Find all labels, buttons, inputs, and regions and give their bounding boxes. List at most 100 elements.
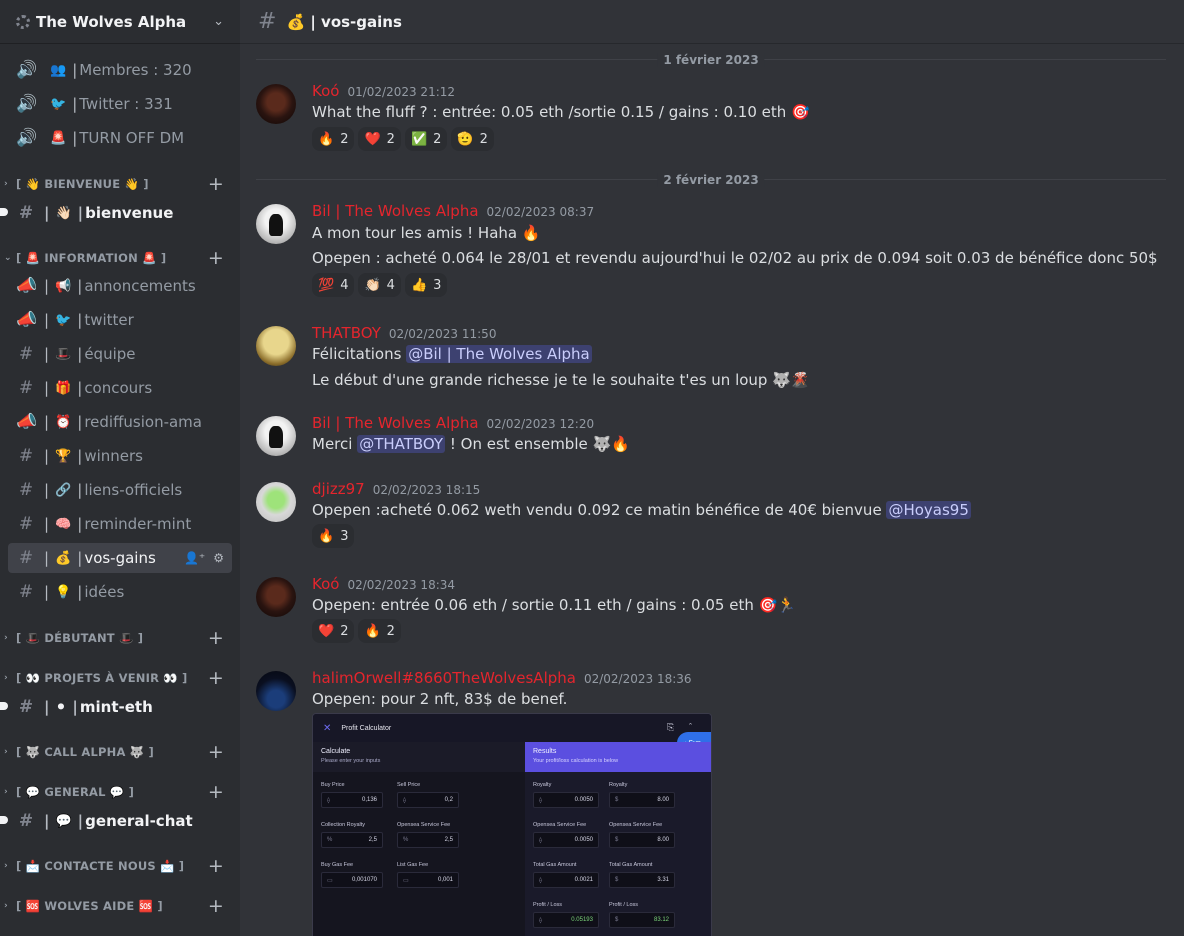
username[interactable]: THATBOY bbox=[312, 324, 381, 342]
user-mention[interactable]: @Hoyas95 bbox=[886, 501, 971, 519]
channel-twitter[interactable]: 📣 | 🐦 | twitter bbox=[8, 305, 232, 335]
add-channel-icon[interactable]: + bbox=[208, 247, 224, 269]
reaction[interactable]: ✅ 2 bbox=[404, 127, 448, 151]
invite-user-icon[interactable]: 👤⁺ bbox=[184, 551, 205, 565]
timestamp: 02/02/2023 11:50 bbox=[388, 327, 497, 341]
chevron-right-icon: › bbox=[4, 673, 8, 683]
channel-emoji: 🎩 bbox=[55, 346, 72, 362]
add-channel-icon[interactable]: + bbox=[208, 627, 224, 649]
avatar[interactable] bbox=[256, 416, 296, 456]
channel-emoji: 💬 bbox=[55, 813, 72, 829]
avatar[interactable] bbox=[256, 577, 296, 617]
avatar[interactable] bbox=[256, 482, 296, 522]
channel-emoji: ⚫ bbox=[55, 699, 67, 715]
unread-indicator bbox=[0, 816, 8, 824]
reaction[interactable]: ❤️ 2 bbox=[312, 619, 355, 643]
channel-bienvenue[interactable]: # | 👋🏻 | bienvenue bbox=[8, 198, 232, 228]
gear-icon[interactable]: ⚙ bbox=[213, 551, 224, 565]
add-channel-icon[interactable]: + bbox=[208, 895, 224, 917]
category-call-alpha[interactable]: › [ 🐺 CALL ALPHA 🐺 ] + bbox=[0, 740, 240, 764]
channel-emoji: 💡 bbox=[55, 584, 72, 600]
add-channel-icon[interactable]: + bbox=[208, 173, 224, 195]
logo-icon: ✕ bbox=[323, 722, 332, 734]
channel-concours[interactable]: # | 🎁 | concours bbox=[8, 373, 232, 403]
channel-label: rediffusion-ama bbox=[84, 413, 202, 431]
channel-equipe[interactable]: # | 🎩 | équipe bbox=[8, 339, 232, 369]
channel-winners[interactable]: # | 🏆 | winners bbox=[8, 441, 232, 471]
channel-general-chat[interactable]: # | 💬 | general-chat bbox=[8, 806, 232, 836]
category-debutant[interactable]: › [ 🎩 DÉBUTANT 🎩 ] + bbox=[0, 626, 240, 650]
hash-icon: # bbox=[18, 480, 34, 500]
category-bienvenue[interactable]: › [ 👋 BIENVENUE 👋 ] + bbox=[0, 172, 240, 196]
add-channel-icon[interactable]: + bbox=[208, 855, 224, 877]
channel-label: Membres : 320 bbox=[79, 61, 192, 79]
user-mention[interactable]: @THATBOY bbox=[357, 435, 446, 453]
category-label: [ 📩 CONTACTE NOUS 📩 ] bbox=[16, 859, 185, 873]
voice-channel-turn-off-dm[interactable]: 🔊 🚨 | TURN OFF DM bbox=[8, 123, 232, 153]
avatar[interactable] bbox=[256, 204, 296, 244]
reaction[interactable]: 🫡 2 bbox=[451, 127, 494, 151]
category-information[interactable]: ⌄ [ 🚨 INFORMATION 🚨 ] + bbox=[0, 246, 240, 270]
channel-emoji: 👋🏻 bbox=[55, 205, 72, 221]
avatar[interactable] bbox=[256, 84, 296, 124]
reaction[interactable]: 💯 4 bbox=[312, 273, 355, 297]
message-text: Opepen : acheté 0.064 le 28/01 et revend… bbox=[312, 249, 1158, 267]
user-mention[interactable]: @Bil | The Wolves Alpha bbox=[406, 345, 592, 363]
username[interactable]: Koó bbox=[312, 82, 339, 100]
reactions: 🔥 2 ❤️ 2 ✅ 2 🫡 2 bbox=[312, 127, 494, 151]
timestamp: 02/02/2023 18:34 bbox=[347, 578, 456, 592]
add-channel-icon[interactable]: + bbox=[208, 781, 224, 803]
image-attachment[interactable]: ✕ Profit Calculator ⎘ ˆ ☼ Sun Calculate … bbox=[312, 713, 712, 936]
channel-label: vos-gains bbox=[84, 549, 156, 567]
voice-channel-twitter[interactable]: 🔊 🐦 | Twitter : 331 bbox=[8, 89, 232, 119]
reaction[interactable]: 🔥 2 bbox=[358, 619, 401, 643]
channel-rediffusion-ama[interactable]: 📣 | ⏰ | rediffusion-ama bbox=[8, 407, 232, 437]
message-text: Félicitations @Bil | The Wolves Alpha bbox=[312, 345, 592, 363]
channel-vos-gains[interactable]: # | 💰 | vos-gains 👤⁺ ⚙ bbox=[8, 543, 232, 573]
reaction[interactable]: 🔥 3 bbox=[312, 524, 355, 548]
category-projets-a-venir[interactable]: › [ 👀 PROJETS À VENIR 👀 ] + bbox=[0, 666, 240, 690]
reaction[interactable]: 👍 3 bbox=[404, 273, 448, 297]
add-channel-icon[interactable]: + bbox=[208, 741, 224, 763]
username[interactable]: Bil | The Wolves Alpha bbox=[312, 202, 479, 220]
category-contacte-nous[interactable]: › [ 📩 CONTACTE NOUS 📩 ] + bbox=[0, 854, 240, 878]
channel-liens-officiels[interactable]: # | 🔗 | liens-officiels bbox=[8, 475, 232, 505]
chevron-right-icon: › bbox=[4, 633, 8, 643]
channel-header: # 💰 | vos-gains bbox=[240, 0, 1184, 44]
server-header[interactable]: The Wolves Alpha ⌄ bbox=[0, 0, 240, 44]
chevron-down-icon[interactable]: ⌄ bbox=[213, 14, 224, 29]
category-label: [ 🐺 CALL ALPHA 🐺 ] bbox=[16, 745, 154, 759]
channel-label: bienvenue bbox=[85, 204, 174, 222]
avatar[interactable] bbox=[256, 671, 296, 711]
avatar[interactable] bbox=[256, 326, 296, 366]
chat-area: # 💰 | vos-gains 1 février 2023 Koó 01/02/… bbox=[240, 0, 1184, 936]
username[interactable]: halimOrwell#8660TheWolvesAlpha bbox=[312, 669, 576, 687]
username[interactable]: Koó bbox=[312, 575, 339, 593]
category-general[interactable]: › [ 💬 GENERAL 💬 ] + bbox=[0, 780, 240, 804]
category-label: [ 🚨 INFORMATION 🚨 ] bbox=[16, 251, 167, 265]
share-icon: ⎘ bbox=[667, 722, 675, 732]
category-label: [ 👋 BIENVENUE 👋 ] bbox=[16, 177, 149, 191]
category-wolves-aide[interactable]: › [ 🆘 WOLVES AIDE 🆘 ] + bbox=[0, 894, 240, 918]
channel-annoncements[interactable]: 📣 | 📢 | annoncements bbox=[8, 271, 232, 301]
speaker-icon: 🔊 bbox=[16, 60, 38, 80]
hash-icon: # bbox=[18, 203, 34, 223]
channel-mint-eth[interactable]: # | ⚫ | mint-eth bbox=[8, 692, 232, 722]
channel-emoji: 👥 bbox=[50, 62, 67, 78]
channel-label: liens-officiels bbox=[84, 481, 183, 499]
channel-label: équipe bbox=[84, 345, 136, 363]
channel-sidebar: 🔊 👥 | Membres : 320 🔊 🐦 | Twitter : 331 🔊 … bbox=[0, 0, 240, 936]
add-channel-icon[interactable]: + bbox=[208, 667, 224, 689]
calculator-results: Results Your profit/loss calculation is … bbox=[525, 742, 711, 936]
voice-channel-membres[interactable]: 🔊 👥 | Membres : 320 bbox=[8, 55, 232, 85]
username[interactable]: djizz97 bbox=[312, 480, 365, 498]
reaction[interactable]: 👏🏻 4 bbox=[358, 273, 401, 297]
channel-emoji: 🎁 bbox=[55, 380, 72, 396]
channel-reminder-mint[interactable]: # | 🧠 | reminder-mint bbox=[8, 509, 232, 539]
username[interactable]: Bil | The Wolves Alpha bbox=[312, 414, 479, 432]
timestamp: 01/02/2023 21:12 bbox=[347, 85, 456, 99]
chevron-up-icon: ˆ bbox=[689, 722, 692, 732]
channel-idees[interactable]: # | 💡 | idées bbox=[8, 577, 232, 607]
reaction[interactable]: 🔥 2 bbox=[312, 127, 355, 151]
reaction[interactable]: ❤️ 2 bbox=[358, 127, 401, 151]
